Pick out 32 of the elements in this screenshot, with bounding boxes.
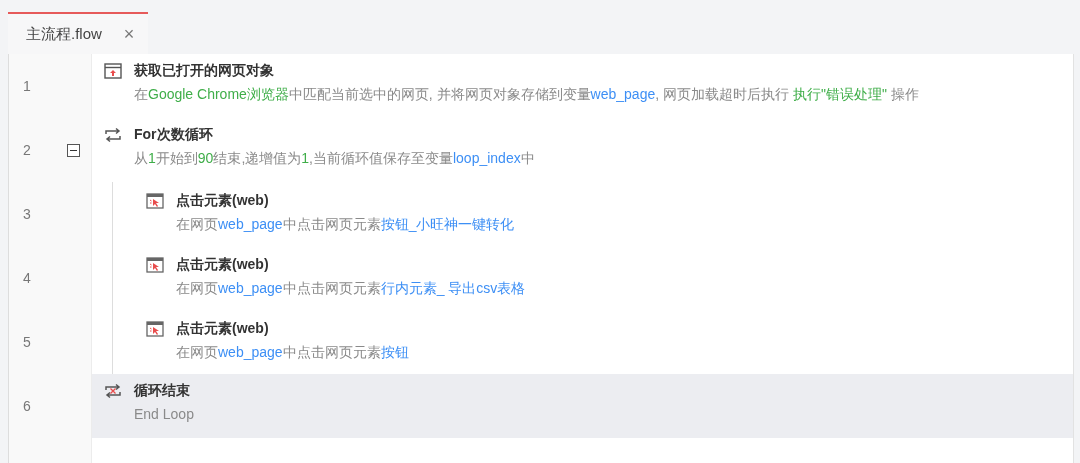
line-number: 4 xyxy=(23,270,31,286)
click-element-icon xyxy=(146,321,164,337)
step-description: 在Google Chrome浏览器中匹配当前选中的网页, 并将网页对象存储到变量web_page, 网页加载超时后执行 执行"错误处理" 操作 xyxy=(134,86,920,104)
close-icon[interactable]: × xyxy=(123,23,135,45)
step-description: 在网页web_page中点击网页元素按钮_小旺神一键转化 xyxy=(176,216,516,234)
step-title: 点击元素(web) xyxy=(176,256,269,274)
step-title: 点击元素(web) xyxy=(176,320,269,338)
step-title: 获取已打开的网页对象 xyxy=(134,62,274,80)
line-number: 5 xyxy=(23,334,31,350)
line-number: 2 xyxy=(23,142,31,158)
loop-arrows-icon xyxy=(104,127,122,143)
file-tab[interactable]: 主流程.flow × xyxy=(8,12,149,54)
step-title: For次数循环 xyxy=(134,126,213,144)
flow-step[interactable]: 获取已打开的网页对象 在Google Chrome浏览器中匹配当前选中的网页, 并将网页对象存储到变量web_page, 网页加载超时后执行 执行"错误处理" 操作 xyxy=(92,54,1073,118)
line-number: 6 xyxy=(23,398,31,414)
click-element-icon xyxy=(146,257,164,273)
step-description: 在网页web_page中点击网页元素行内元素_ 导出csv表格 xyxy=(176,280,527,298)
flow-step[interactable]: 点击元素(web) 在网页web_page中点击网页元素按钮_小旺神一键转化 xyxy=(112,182,1073,246)
line-number: 3 xyxy=(23,206,31,222)
step-description: End Loop xyxy=(134,406,195,422)
line-number: 1 xyxy=(23,78,31,94)
step-title: 点击元素(web) xyxy=(176,192,269,210)
flow-step[interactable]: 点击元素(web) 在网页web_page中点击网页元素行内元素_ 导出csv表格 xyxy=(112,246,1073,310)
step-description: 从1开始到90结束,递增值为1,当前循环值保存至变量loop_index中 xyxy=(134,150,536,168)
step-description: 在网页web_page中点击网页元素按钮 xyxy=(176,344,410,362)
step-title: 循环结束 xyxy=(134,382,190,400)
click-element-icon xyxy=(146,193,164,209)
flow-step[interactable]: For次数循环 从1开始到90结束,递增值为1,当前循环值保存至变量loop_index中 xyxy=(92,118,1073,182)
loop-end-icon xyxy=(104,383,122,399)
collapse-toggle[interactable] xyxy=(66,143,80,157)
browser-window-icon xyxy=(104,63,122,79)
flow-step[interactable]: 循环结束 End Loop xyxy=(92,374,1073,438)
